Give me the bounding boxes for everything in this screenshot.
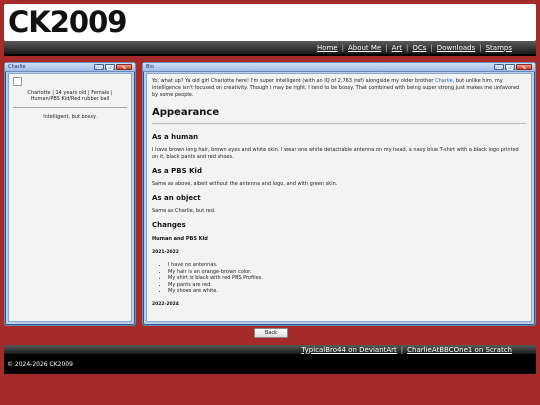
minimize-icon[interactable]: [94, 64, 104, 70]
maximize-icon[interactable]: [105, 64, 115, 70]
site-logo: CK2009: [8, 5, 127, 39]
nav-art-link[interactable]: Art: [392, 44, 402, 52]
footer-links: TypicalBro44 on DeviantArt | CharlieAtBB…: [301, 345, 512, 354]
maximize-icon[interactable]: [505, 64, 515, 70]
character-info: Charlotte | 14 years old | Female | Huma…: [27, 90, 113, 102]
deviantart-link[interactable]: TypicalBro44 on DeviantArt: [301, 346, 396, 354]
character-info-window: Charlie Charlotte | 14 years old | Femal…: [4, 62, 136, 326]
window-controls: [494, 64, 532, 70]
copyright-text: © 2024-2026 CK2009: [7, 361, 73, 368]
bio-window: Bio Yo, what up? Ya old girl Charlotte h…: [142, 62, 536, 326]
nav-bar: Home | About Me | Art | OCs | Downloads …: [4, 41, 536, 56]
nav-separator: |: [406, 43, 409, 52]
changes-heading: Changes: [152, 221, 186, 229]
charlie-link[interactable]: Charlie: [435, 78, 453, 84]
object-text: Same as Charlie, but red.: [152, 208, 216, 214]
site-header: CK2009: [4, 4, 536, 41]
changes-subheading: Human and PBS Kid: [152, 236, 208, 242]
window-content: Charlotte | 14 years old | Female | Huma…: [8, 73, 132, 322]
window-controls: [94, 64, 132, 70]
divider: [13, 107, 127, 108]
changes-list: I have no antennas. My hair is an orange…: [152, 262, 526, 295]
nav-about-link[interactable]: About Me: [348, 44, 381, 52]
divider: [152, 123, 526, 124]
footer-bar: TypicalBro44 on DeviantArt | CharlieAtBB…: [4, 345, 536, 356]
window-title: Bio: [146, 64, 154, 70]
period-heading: 2022-2024: [152, 301, 179, 307]
footer-separator: |: [400, 345, 404, 354]
nav-separator: |: [385, 43, 388, 52]
nav-home-link[interactable]: Home: [317, 44, 338, 52]
scratch-link[interactable]: CharlieAtBBCOne1 on Scratch: [407, 346, 512, 354]
list-item: My shoes are white.: [168, 288, 526, 295]
close-icon[interactable]: [516, 64, 532, 70]
human-text: I have brown long hair, brown eyes and w…: [152, 147, 519, 160]
window-titlebar[interactable]: Bio: [143, 63, 535, 72]
human-heading: As a human: [152, 133, 199, 141]
nav-separator: |: [341, 43, 344, 52]
site-footer: © 2024-2026 CK2009: [4, 356, 536, 374]
window-titlebar[interactable]: Charlie: [5, 63, 135, 72]
object-heading: As an object: [152, 194, 201, 202]
close-icon[interactable]: [116, 64, 132, 70]
window-content[interactable]: Yo, what up? Ya old girl Charlotte here!…: [146, 73, 532, 322]
nav-ocs-link[interactable]: OCs: [412, 44, 426, 52]
appearance-heading: Appearance: [152, 107, 220, 118]
period-heading: 2021-2022: [152, 250, 179, 255]
window-title: Charlie: [8, 64, 26, 70]
character-tagline: Intelligent, but bossy.: [43, 114, 97, 120]
nav-separator: |: [430, 43, 433, 52]
nav-stamps-link[interactable]: Stamps: [486, 44, 512, 52]
pbs-text: Same as above, albeit without the antenn…: [152, 181, 338, 187]
bio-intro: Yo, what up? Ya old girl Charlotte here!…: [152, 78, 520, 98]
back-button[interactable]: Back: [254, 328, 288, 338]
main-nav: Home | About Me | Art | OCs | Downloads …: [317, 41, 512, 54]
character-image: [13, 77, 22, 86]
pbs-heading: As a PBS Kid: [152, 167, 202, 175]
nav-downloads-link[interactable]: Downloads: [437, 44, 475, 52]
minimize-icon[interactable]: [494, 64, 504, 70]
nav-separator: |: [479, 43, 482, 52]
